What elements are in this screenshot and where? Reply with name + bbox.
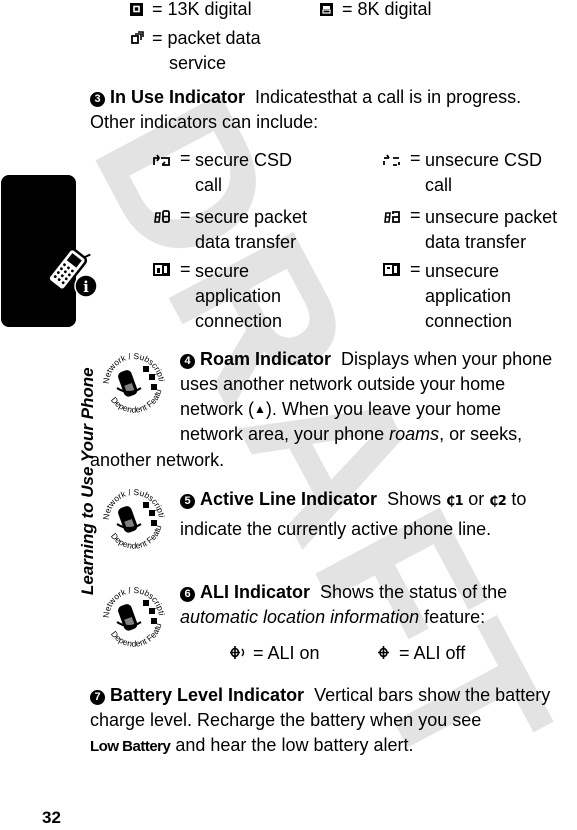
secure-app-line1: secure <box>195 261 250 281</box>
secure-app-connection-icon <box>153 263 170 276</box>
equals-sign: = <box>410 148 421 168</box>
svg-text:i: i <box>83 278 89 296</box>
page-number: 32 <box>42 808 61 827</box>
legend-packet-data-line1: = packet data <box>152 28 261 48</box>
ali-line2: automatic location information feature: <box>180 605 485 630</box>
secure-csd-call-icon <box>153 154 170 166</box>
battery-title: Battery Level Indicator <box>110 685 305 705</box>
ali-line1: Shows the status of the <box>320 582 508 602</box>
secure-packet-line2: data transfer <box>195 232 297 252</box>
roam-line4: network area, your phone roams, or seeks… <box>180 422 522 447</box>
ali-line2-b: feature: <box>419 607 486 627</box>
network-dependent-feature-icon: Network / Subscription Dependent Feature <box>97 578 167 649</box>
ali-italic: automatic location information <box>180 607 420 627</box>
roam-line4-a: network area, your phone <box>180 424 390 444</box>
unsecure-packet-line2: data transfer <box>425 232 527 252</box>
secure-csd-line2: call <box>195 175 223 195</box>
legend-packet-data-line2: service <box>169 53 227 73</box>
roam-triangle-icon: ▲ <box>254 402 266 416</box>
roam-line1: Displays when your phone <box>341 349 553 369</box>
secure-packet-data-icon <box>154 210 170 223</box>
step-number-3: 3 <box>90 92 105 107</box>
ali-title: ALI Indicator <box>200 582 311 602</box>
roam-line3-a: network ( <box>180 399 255 419</box>
13k-digital-icon <box>130 3 143 16</box>
battery-line1: Vertical bars show the battery <box>314 685 551 705</box>
low-battery-display-text: Low Battery <box>90 738 171 755</box>
roam-italic: roams <box>389 424 440 444</box>
in-use-body-2: Other indicators can include: <box>90 112 319 132</box>
roam-line2: uses another network outside your home <box>180 374 506 394</box>
unsecure-app-line2: application <box>425 286 512 306</box>
8k-digital-icon <box>320 3 333 16</box>
active-line-text-a: Shows <box>387 489 442 509</box>
unsecure-app-line1: unsecure <box>425 261 500 281</box>
roam-heading-line: 4 Roam Indicator Displays when your phone <box>180 347 552 372</box>
unsecure-app-connection-icon <box>383 263 400 276</box>
equals-sign: = <box>180 259 191 279</box>
section-title: Learning to Use Your Phone <box>78 367 97 595</box>
battery-line2: charge level. Recharge the battery when … <box>90 710 482 730</box>
secure-csd-line1: secure CSD <box>195 150 293 170</box>
network-dependent-feature-icon: Network / Subscription Dependent Feature <box>97 480 167 551</box>
ali-on-icon <box>230 646 245 659</box>
equals-sign: = <box>410 205 421 225</box>
step-number-4: 4 <box>180 354 195 369</box>
in-use-title: In Use Indicator <box>110 87 246 107</box>
unsecure-csd-line1: unsecure CSD <box>425 150 543 170</box>
step-number-5: 5 <box>180 494 195 509</box>
secure-app-line2: application <box>195 286 282 306</box>
equals-sign: = <box>180 148 191 168</box>
step-number-6: 6 <box>180 587 195 602</box>
equals-sign: = <box>410 259 421 279</box>
active-line-heading-line: 5 Active Line Indicator Shows ₵1 or ₵2 to <box>180 487 526 514</box>
secure-app-line3: connection <box>195 311 283 331</box>
unsecure-packet-data-icon <box>384 211 400 223</box>
phone-info-icon: i <box>47 247 98 298</box>
step-number-7: 7 <box>90 690 105 705</box>
unsecure-app-line3: connection <box>425 311 513 331</box>
ali-on-label: = ALI on <box>253 643 320 663</box>
battery-line3: Low Battery and hear the low battery ale… <box>90 733 414 759</box>
battery-line3-b: and hear the low battery alert. <box>170 735 414 755</box>
packet-data-icon <box>131 31 144 44</box>
roam-line4-b: , or seeks, <box>439 424 523 444</box>
unsecure-packet-line1: unsecure packet <box>425 207 558 227</box>
roam-title: Roam Indicator <box>200 349 332 369</box>
ali-off-icon <box>378 646 389 659</box>
network-dependent-feature-icon: Network / Subscription Dependent Feature <box>97 344 167 415</box>
unsecure-csd-call-icon <box>383 154 400 166</box>
battery-heading-line: 7 Battery Level Indicator Vertical bars s… <box>90 683 550 708</box>
line-1-icon: ₵1 <box>446 494 464 509</box>
in-use-body-1: Indicatesthat a call is in progress. <box>255 87 522 107</box>
active-line-text-b: to <box>511 489 527 509</box>
roam-line3-b: ). When you leave your home <box>265 399 502 419</box>
active-line-or: or <box>468 489 485 509</box>
legend-13k-digital: = 13K digital <box>152 0 252 19</box>
active-line-line2: indicate the currently active phone line… <box>180 519 492 539</box>
roam-line5: another network. <box>90 450 225 470</box>
in-use-heading-line: 3 In Use Indicator Indicatesthat a call i… <box>90 85 521 110</box>
unsecure-csd-line2: call <box>425 175 453 195</box>
equals-sign: = <box>180 205 191 225</box>
line-2-icon: ₵2 <box>489 494 507 509</box>
ali-heading-line: 6 ALI Indicator Shows the status of the <box>180 580 507 605</box>
roam-line3: network (▲). When you leave your home <box>180 397 501 422</box>
secure-packet-line1: secure packet <box>195 207 308 227</box>
legend-8k-digital: = 8K digital <box>342 0 432 19</box>
active-line-title: Active Line Indicator <box>200 489 378 509</box>
ali-off-label: = ALI off <box>399 643 466 663</box>
